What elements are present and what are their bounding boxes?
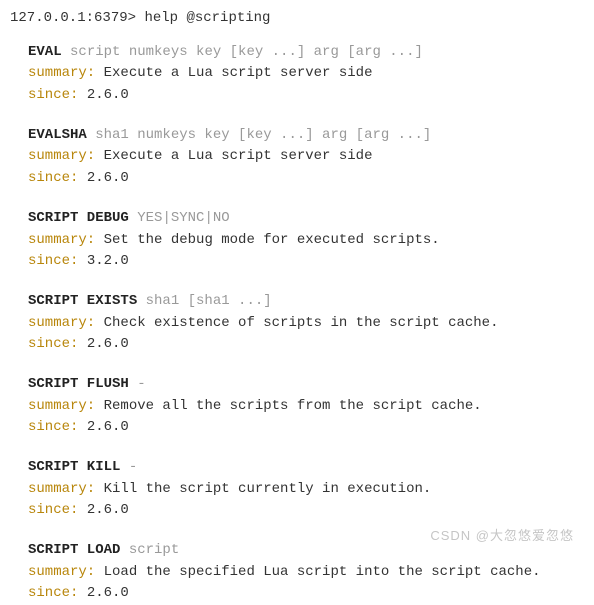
command-args: - [129, 459, 137, 475]
summary-value: Set the debug mode for executed scripts. [104, 232, 440, 248]
command-block: SCRIPT EXISTS sha1 [sha1 ...]summary: Ch… [28, 291, 584, 356]
command-block: EVAL script numkeys key [key ...] arg [a… [28, 42, 584, 107]
command-header: EVALSHA sha1 numkeys key [key ...] arg [… [28, 125, 584, 147]
prompt-prefix: 127.0.0.1:6379> [10, 10, 136, 26]
command-name: SCRIPT EXISTS [28, 293, 137, 309]
since-value: 2.6.0 [87, 87, 129, 103]
command-since-line: since: 2.6.0 [28, 500, 584, 522]
since-label: since: [28, 585, 78, 601]
command-name: SCRIPT DEBUG [28, 210, 129, 226]
command-summary-line: summary: Check existence of scripts in t… [28, 313, 584, 335]
command-since-line: since: 2.6.0 [28, 583, 584, 605]
summary-value: Load the specified Lua script into the s… [104, 564, 541, 580]
summary-label: summary: [28, 481, 95, 497]
command-header: SCRIPT LOAD script [28, 540, 584, 562]
command-header: SCRIPT DEBUG YES|SYNC|NO [28, 208, 584, 230]
command-summary-line: summary: Execute a Lua script server sid… [28, 146, 584, 168]
command-summary-line: summary: Load the specified Lua script i… [28, 562, 584, 584]
command-args: sha1 [sha1 ...] [146, 293, 272, 309]
since-value: 2.6.0 [87, 502, 129, 518]
command-name: SCRIPT FLUSH [28, 376, 129, 392]
command-args: script numkeys key [key ...] arg [arg ..… [70, 44, 423, 60]
since-label: since: [28, 502, 78, 518]
command-header: SCRIPT EXISTS sha1 [sha1 ...] [28, 291, 584, 313]
since-label: since: [28, 170, 78, 186]
command-since-line: since: 2.6.0 [28, 168, 584, 190]
since-value: 2.6.0 [87, 585, 129, 601]
command-since-line: since: 2.6.0 [28, 85, 584, 107]
summary-label: summary: [28, 65, 95, 81]
command-since-line: since: 2.6.0 [28, 417, 584, 439]
prompt-line[interactable]: 127.0.0.1:6379> help @scripting [10, 8, 584, 30]
since-value: 2.6.0 [87, 170, 129, 186]
summary-label: summary: [28, 232, 95, 248]
since-label: since: [28, 253, 78, 269]
since-label: since: [28, 87, 78, 103]
summary-label: summary: [28, 148, 95, 164]
summary-label: summary: [28, 315, 95, 331]
command-args: - [137, 376, 145, 392]
command-header: SCRIPT FLUSH - [28, 374, 584, 396]
since-label: since: [28, 336, 78, 352]
command-since-line: since: 2.6.0 [28, 334, 584, 356]
summary-value: Kill the script currently in execution. [104, 481, 432, 497]
command-block: EVALSHA sha1 numkeys key [key ...] arg [… [28, 125, 584, 190]
command-args: sha1 numkeys key [key ...] arg [arg ...] [95, 127, 431, 143]
summary-value: Execute a Lua script server side [104, 148, 373, 164]
command-summary-line: summary: Kill the script currently in ex… [28, 479, 584, 501]
command-args: YES|SYNC|NO [137, 210, 229, 226]
command-summary-line: summary: Execute a Lua script server sid… [28, 63, 584, 85]
command-name: SCRIPT KILL [28, 459, 120, 475]
command-name: EVALSHA [28, 127, 87, 143]
summary-value: Check existence of scripts in the script… [104, 315, 499, 331]
since-value: 3.2.0 [87, 253, 129, 269]
command-block: SCRIPT KILL -summary: Kill the script cu… [28, 457, 584, 522]
summary-label: summary: [28, 398, 95, 414]
summary-value: Execute a Lua script server side [104, 65, 373, 81]
summary-label: summary: [28, 564, 95, 580]
command-block: SCRIPT LOAD scriptsummary: Load the spec… [28, 540, 584, 605]
since-label: since: [28, 419, 78, 435]
command-header: SCRIPT KILL - [28, 457, 584, 479]
command-summary-line: summary: Remove all the scripts from the… [28, 396, 584, 418]
command-block: SCRIPT DEBUG YES|SYNC|NOsummary: Set the… [28, 208, 584, 273]
since-value: 2.6.0 [87, 419, 129, 435]
commands-list: EVAL script numkeys key [key ...] arg [a… [10, 42, 584, 605]
since-value: 2.6.0 [87, 336, 129, 352]
prompt-command: help @scripting [144, 10, 270, 26]
summary-value: Remove all the scripts from the script c… [104, 398, 482, 414]
command-summary-line: summary: Set the debug mode for executed… [28, 230, 584, 252]
command-name: EVAL [28, 44, 62, 60]
command-block: SCRIPT FLUSH -summary: Remove all the sc… [28, 374, 584, 439]
command-header: EVAL script numkeys key [key ...] arg [a… [28, 42, 584, 64]
command-since-line: since: 3.2.0 [28, 251, 584, 273]
